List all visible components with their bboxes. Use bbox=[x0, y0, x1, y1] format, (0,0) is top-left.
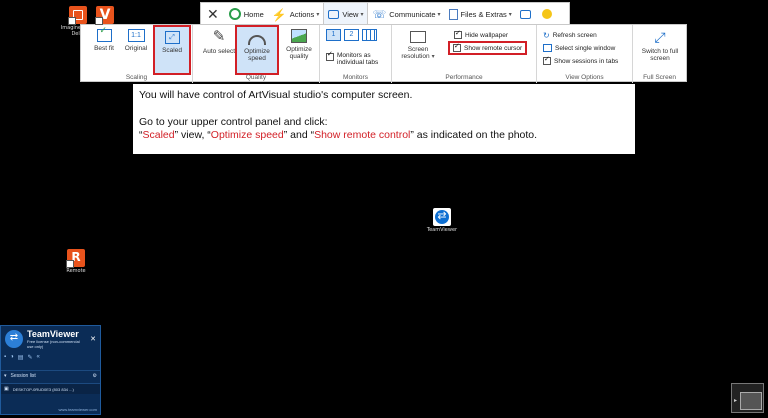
monitor-icon bbox=[328, 9, 340, 19]
hide-wallpaper-checkbox[interactable] bbox=[454, 29, 462, 39]
computer-icon: ▣ bbox=[4, 386, 9, 392]
session-list-header: ▾ Session list ⚙ bbox=[1, 370, 100, 381]
scaling-group: ✓ Best fit 1:1 Original ⤢ Scaled Scaling bbox=[81, 25, 193, 83]
show-sessions-in-tabs-option[interactable]: Show sessions in tabs bbox=[543, 55, 618, 65]
optimize-speed-button[interactable]: Optimize speed bbox=[235, 25, 279, 75]
show-remote-control-keyword: Show remote control bbox=[314, 129, 411, 141]
hide-wallpaper-option[interactable]: Hide wallpaper bbox=[454, 29, 508, 39]
instruction-panel: You will have control of ArtVisual studi… bbox=[133, 84, 635, 154]
teamviewer-logo-icon bbox=[5, 330, 23, 348]
panel-tools: ▪ ◑ ▤ ✎ « bbox=[1, 352, 100, 362]
remote-monitor-widget[interactable] bbox=[731, 383, 764, 413]
best-fit-icon: ✓ bbox=[96, 26, 112, 42]
expand-icon[interactable]: « bbox=[36, 354, 39, 360]
teamviewer-panel: TeamViewer Free license (non-commercial … bbox=[0, 325, 101, 415]
select-single-window-button[interactable]: Select single window bbox=[543, 44, 615, 52]
switch-full-screen-button[interactable]: ⤢ Switch to full screen bbox=[637, 29, 683, 62]
view-ribbon: ✓ Best fit 1:1 Original ⤢ Scaled Scaling… bbox=[80, 24, 687, 83]
refresh-screen-button[interactable]: ↻ Refresh screen bbox=[543, 31, 597, 40]
switch-sides-icon bbox=[519, 9, 531, 19]
tab-files-extras[interactable]: Files & Extras ▾ bbox=[445, 3, 516, 25]
scaled-keyword: Scaled bbox=[142, 129, 175, 141]
audio-icon[interactable]: ◑ bbox=[10, 354, 14, 360]
original-button[interactable]: 1:1 Original bbox=[121, 29, 151, 52]
smiley-icon bbox=[541, 9, 552, 19]
close-session-button[interactable]: ✕ bbox=[201, 3, 225, 25]
teamviewer-icon bbox=[433, 208, 451, 226]
quality-group: ✎ Auto select Optimize speed Optimize qu… bbox=[193, 25, 320, 83]
desktop-icon-label: TeamViewer bbox=[426, 227, 458, 233]
refresh-icon: ↻ bbox=[543, 31, 550, 40]
lightning-icon: ⚡ bbox=[271, 8, 287, 22]
teamviewer-link[interactable]: www.teamviewer.com bbox=[59, 407, 97, 412]
show-remote-cursor-checkbox[interactable] bbox=[453, 42, 461, 52]
optimize-quality-button[interactable]: Optimize quality bbox=[281, 29, 317, 60]
magic-wand-icon: ✎ bbox=[212, 28, 226, 45]
monitors-as-tabs-checkbox[interactable] bbox=[326, 51, 334, 61]
phone-icon: ☏ bbox=[372, 9, 387, 21]
original-size-icon: 1:1 bbox=[127, 29, 145, 42]
chat-icon[interactable]: ▤ bbox=[18, 354, 24, 361]
instruction-line-2: Go to your upper control panel and click… bbox=[139, 115, 328, 128]
monitor-2-button[interactable]: 2 bbox=[344, 29, 359, 41]
tab-communicate[interactable]: ☏ Communicate ▾ bbox=[368, 3, 444, 25]
file-icon bbox=[448, 8, 458, 20]
optimize-speed-keyword: Optimize speed bbox=[210, 129, 284, 141]
picture-icon bbox=[291, 29, 307, 43]
tab-view[interactable]: View ▾ bbox=[323, 3, 369, 25]
vectary-v-icon: V bbox=[95, 6, 114, 25]
show-sessions-in-tabs-checkbox[interactable] bbox=[543, 55, 551, 65]
speedometer-icon bbox=[248, 35, 266, 45]
best-fit-button[interactable]: ✓ Best fit bbox=[89, 26, 119, 53]
instruction-line-1: You will have control of ArtVisual studi… bbox=[139, 89, 413, 101]
whiteboard-icon[interactable]: ✎ bbox=[27, 354, 32, 361]
collapse-icon[interactable]: ▾ bbox=[4, 373, 7, 379]
scaled-button[interactable]: ⤢ Scaled bbox=[153, 25, 191, 75]
switch-sides-button[interactable] bbox=[516, 3, 538, 25]
auto-select-button[interactable]: ✎ Auto select bbox=[199, 28, 239, 56]
performance-group: Screen resolution▾ Hide wallpaper Show r… bbox=[392, 25, 537, 83]
scaled-icon: ⤢ bbox=[164, 31, 180, 44]
view-options-group: ↻ Refresh screen Select single window Sh… bbox=[537, 25, 633, 83]
video-icon[interactable]: ▪ bbox=[4, 354, 6, 360]
fullscreen-icon: ⤢ bbox=[654, 29, 666, 45]
close-icon[interactable]: ✕ bbox=[90, 335, 96, 343]
monitors-as-tabs-option[interactable]: Monitors as individual tabs bbox=[326, 51, 392, 66]
tab-actions[interactable]: ⚡ Actions ▾ bbox=[268, 3, 324, 25]
desktop-icon-vectary[interactable]: V bbox=[83, 6, 127, 25]
monitors-group: 1 2 Monitors as individual tabs Monitors bbox=[320, 25, 392, 83]
gear-icon[interactable]: ⚙ bbox=[93, 373, 97, 379]
window-icon bbox=[543, 44, 552, 52]
desktop-icon-teamviewer[interactable]: TeamViewer bbox=[420, 208, 464, 233]
full-screen-group: ⤢ Switch to full screen Full Screen bbox=[633, 25, 686, 83]
toolbar-tabs: ✕ Home ⚡ Actions ▾ View ▾ ☏ Communicate ▾ F… bbox=[200, 2, 570, 25]
feedback-button[interactable] bbox=[538, 3, 559, 25]
instruction-line-3: “Scaled” view, “Optimize speed” and “Sho… bbox=[139, 129, 538, 141]
desktop-icon-label: Remote bbox=[66, 268, 86, 274]
resolution-icon bbox=[410, 31, 426, 43]
show-remote-cursor-option[interactable]: Show remote cursor bbox=[447, 41, 528, 55]
session-item[interactable]: ▣ DESKTOP-0RUD0E3 (803 834 ...) bbox=[1, 383, 100, 394]
home-icon bbox=[228, 8, 241, 20]
monitor-1-button[interactable]: 1 bbox=[326, 29, 341, 41]
screen-resolution-button[interactable]: Screen resolution ▾ bbox=[396, 29, 440, 61]
desktop-icon-remote[interactable]: Remote bbox=[54, 249, 98, 274]
monitor-grid-icon[interactable] bbox=[362, 29, 377, 41]
teamviewer-header: TeamViewer Free license (non-commercial … bbox=[1, 326, 100, 352]
remote-icon bbox=[66, 249, 85, 268]
tab-home[interactable]: Home bbox=[225, 3, 268, 25]
